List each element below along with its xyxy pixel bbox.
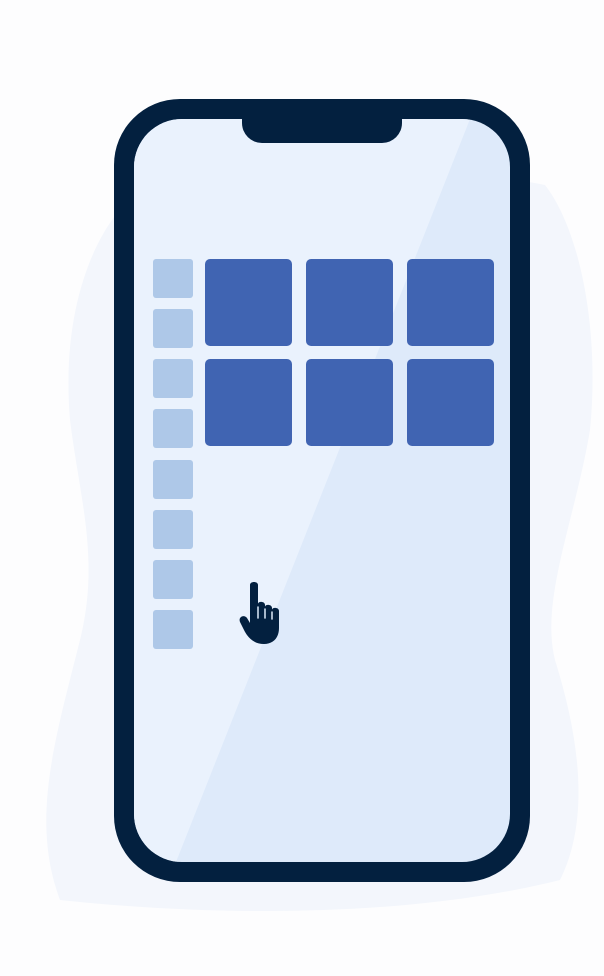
sidebar-item[interactable] — [153, 460, 193, 499]
sidebar-item[interactable] — [153, 610, 193, 649]
grid-tile[interactable] — [205, 359, 292, 446]
hand-pointer-icon — [239, 582, 279, 644]
sidebar-item[interactable] — [153, 510, 193, 549]
sidebar-item[interactable] — [153, 409, 193, 448]
sidebar-item[interactable] — [153, 259, 193, 298]
grid-tile[interactable] — [306, 259, 393, 346]
sidebar-item[interactable] — [153, 309, 193, 348]
phone-notch — [242, 115, 402, 143]
grid-tile[interactable] — [407, 359, 494, 446]
sidebar-item[interactable] — [153, 359, 193, 398]
illustration-stage — [0, 0, 604, 976]
grid-tile[interactable] — [306, 359, 393, 446]
grid-tile[interactable] — [205, 259, 292, 346]
sidebar-item[interactable] — [153, 560, 193, 599]
grid-tile[interactable] — [407, 259, 494, 346]
